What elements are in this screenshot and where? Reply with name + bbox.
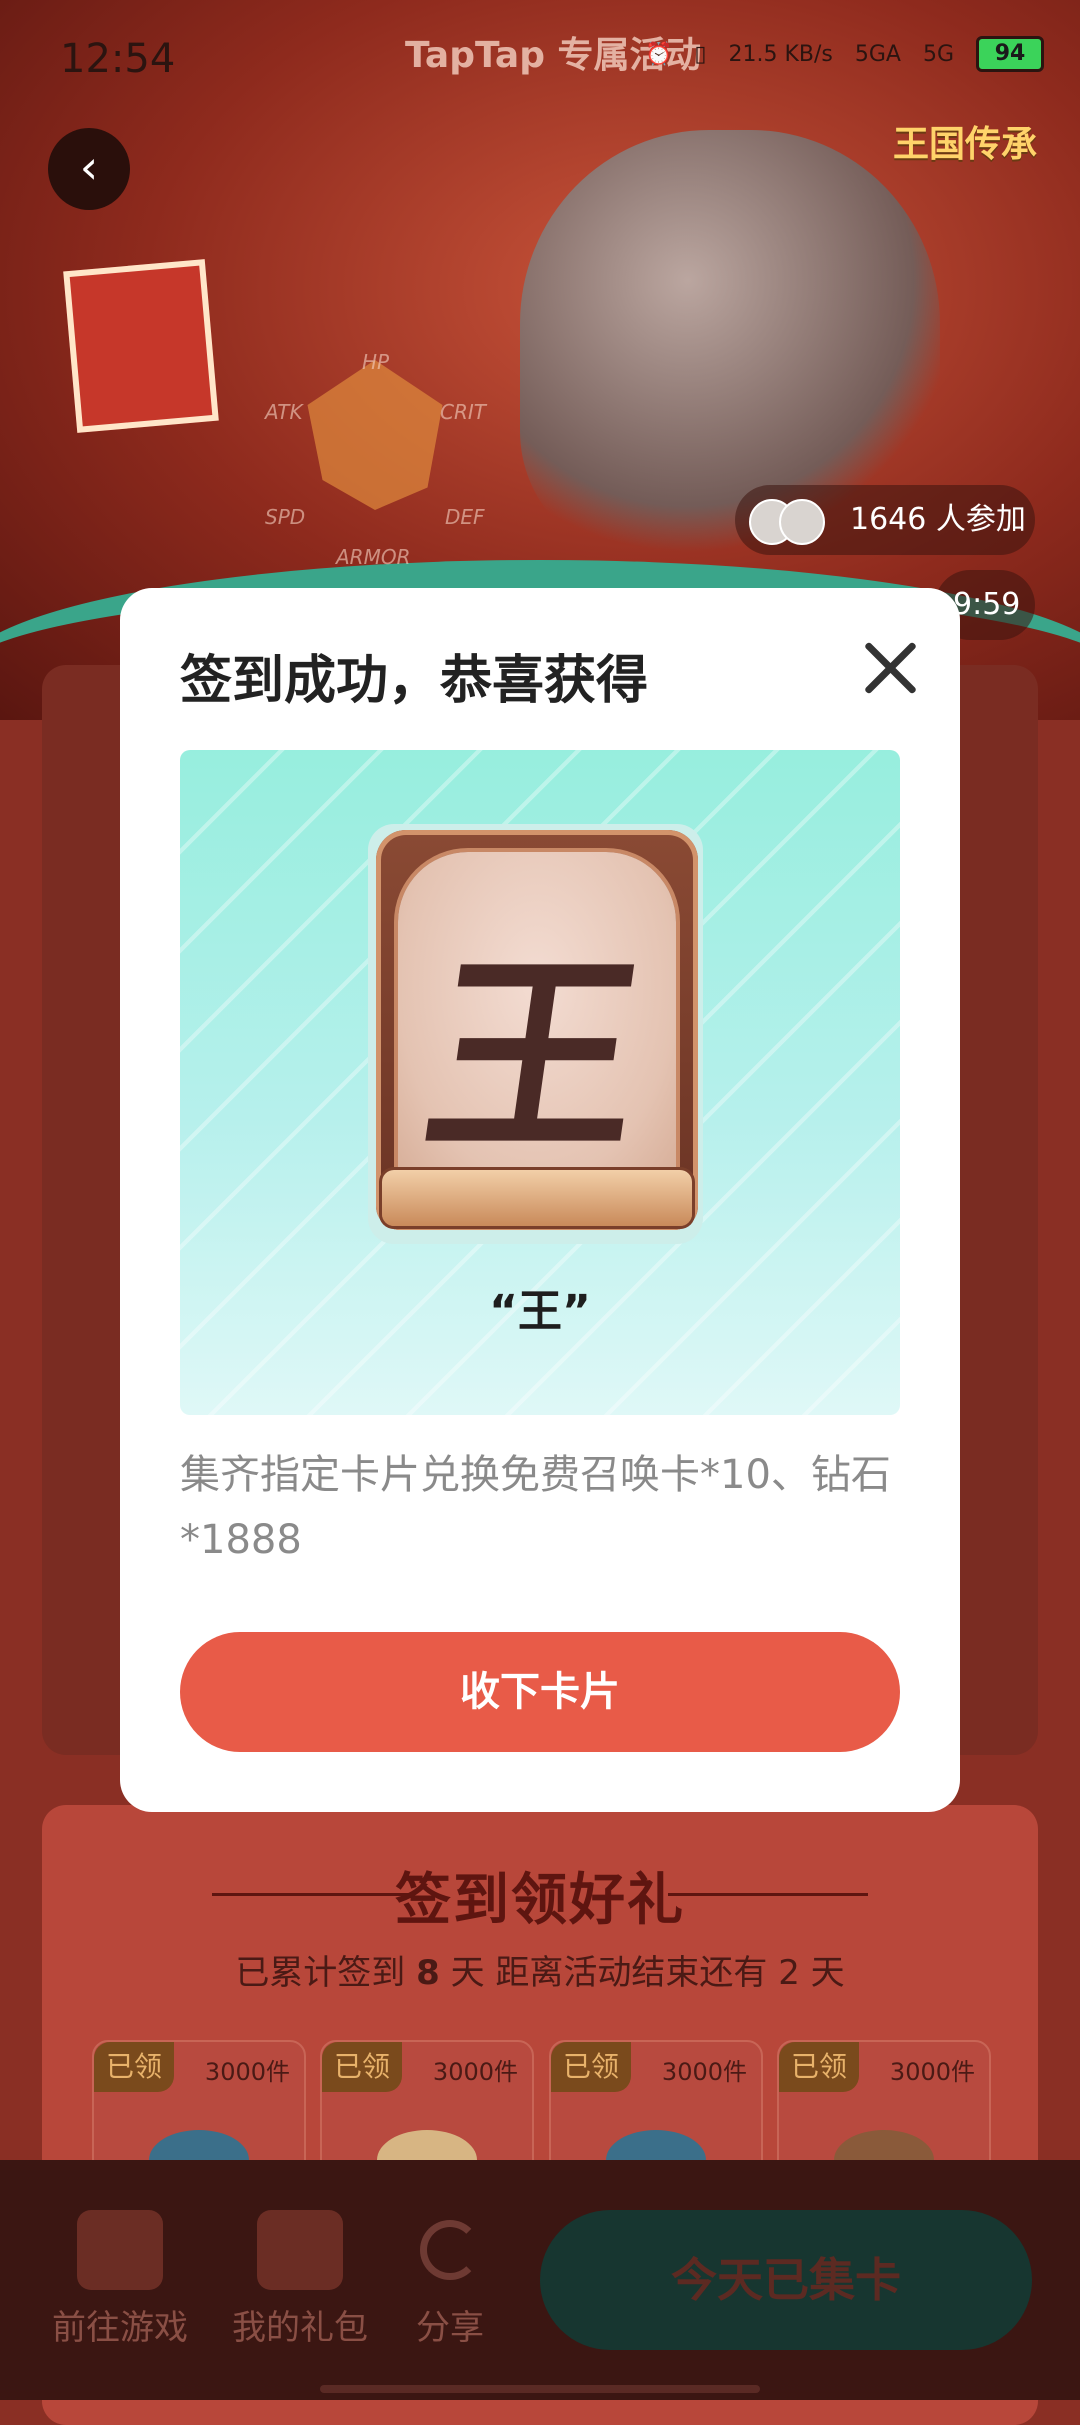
- card-frame: 王: [376, 830, 698, 1230]
- reward-description: 集齐指定卡片兑换免费召唤卡*10、钻石*1888: [180, 1452, 891, 1563]
- card-character: 王: [412, 935, 657, 1180]
- card-name: “王”: [489, 1286, 591, 1337]
- reward-modal: 签到成功，恭喜获得 王 “王” 集齐指定卡片兑换免费召唤卡*10、钻石*1888…: [120, 588, 960, 1812]
- card-ribbon: [382, 1170, 692, 1226]
- close-icon[interactable]: [860, 638, 920, 698]
- card-display: 王 “王”: [180, 750, 900, 1415]
- modal-title: 签到成功，恭喜获得: [180, 651, 649, 711]
- card-illustration: 王: [368, 824, 703, 1244]
- accept-card-button[interactable]: 收下卡片: [180, 1632, 900, 1752]
- card-face: 王: [398, 852, 676, 1182]
